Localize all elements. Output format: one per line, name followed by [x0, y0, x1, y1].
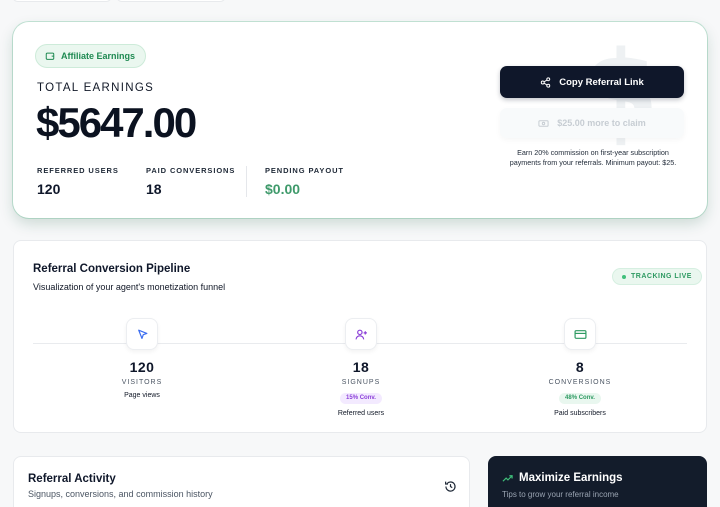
- share-icon: [541, 76, 551, 88]
- referral-activity-card: Referral Activity Signups, conversions, …: [13, 456, 470, 507]
- stage-value: 120: [129, 359, 155, 375]
- funnel-stage-conversions: 8 CONVERSIONS 48% Conv. Paid subscribers: [520, 318, 640, 417]
- stat-value: $0.00: [265, 181, 301, 197]
- live-label: TRACKING LIVE: [631, 273, 692, 280]
- total-earnings-label: TOTAL EARNINGS: [37, 82, 155, 94]
- claim-payout-button[interactable]: $25.00 more to claim: [500, 108, 684, 138]
- trending-up-icon: [502, 474, 513, 482]
- stat-value: 18: [146, 181, 162, 197]
- activity-subtitle: Signups, conversions, and commission his…: [28, 489, 213, 499]
- maximize-title: Maximize Earnings: [519, 472, 623, 484]
- stage-value: 18: [352, 359, 370, 375]
- affiliate-earnings-badge: Affiliate Earnings: [35, 44, 147, 68]
- live-dot-icon: [622, 274, 626, 279]
- stat-paid-conversions: PAID CONVERSIONS 18: [146, 166, 246, 197]
- funnel-stage-signups: 18 SIGNUPS 15% Conv. Referred users: [301, 318, 421, 417]
- badge-label: Affiliate Earnings: [61, 51, 136, 61]
- commission-note: Earn 20% commission on first-year subscr…: [509, 148, 677, 167]
- stage-label: SIGNUPS: [341, 379, 381, 386]
- pipeline-subtitle: Visualization of your agent's monetizati…: [33, 282, 226, 292]
- stage-description: Page views: [124, 392, 160, 399]
- stat-label: REFERRED USERS: [37, 166, 119, 175]
- earnings-stats: REFERRED USERS 120 PAID CONVERSIONS 18 P…: [37, 166, 344, 197]
- stat-label: PENDING PAYOUT: [265, 166, 344, 175]
- cursor-icon: [126, 318, 158, 350]
- maximize-earnings-card: Maximize Earnings Tips to grow your refe…: [488, 456, 707, 507]
- history-icon[interactable]: [444, 480, 457, 493]
- stage-label: CONVERSIONS: [548, 379, 612, 386]
- wallet-icon: [45, 52, 55, 60]
- stage-value: 8: [575, 359, 585, 375]
- stage-description: Paid subscribers: [554, 410, 606, 417]
- stat-value: 120: [37, 181, 61, 197]
- stage-label: VISITORS: [121, 379, 163, 386]
- stat-referred-users: REFERRED USERS 120: [37, 166, 146, 197]
- total-earnings-value: $5647.00: [36, 99, 197, 146]
- tracking-live-badge: TRACKING LIVE: [612, 268, 702, 285]
- banknote-icon: [538, 119, 549, 127]
- top-tab-stub: [12, 0, 112, 2]
- maximize-title-row: Maximize Earnings: [502, 472, 623, 484]
- activity-title: Referral Activity: [28, 473, 116, 485]
- conversion-rate-badge: 15% Conv.: [340, 393, 382, 404]
- stat-label: PAID CONVERSIONS: [146, 166, 236, 175]
- top-tab-stub: [116, 0, 226, 2]
- maximize-subtitle: Tips to grow your referral income: [502, 490, 619, 499]
- funnel-stage-visitors: 120 VISITORS Page views: [82, 318, 202, 399]
- earnings-card: $ Affiliate Earnings TOTAL EARNINGS $564…: [13, 22, 707, 218]
- pipeline-title: Referral Conversion Pipeline: [33, 263, 191, 275]
- conversion-rate-badge: 48% Conv.: [559, 393, 601, 404]
- credit-card-icon: [564, 318, 596, 350]
- stat-pending-payout: PENDING PAYOUT $0.00: [246, 166, 344, 197]
- stage-description: Referred users: [337, 410, 385, 417]
- referral-pipeline-card: Referral Conversion Pipeline Visualizati…: [13, 240, 707, 433]
- claim-button-label: $25.00 more to claim: [557, 118, 646, 128]
- copy-referral-link-button[interactable]: Copy Referral Link: [500, 66, 684, 98]
- user-plus-icon: [345, 318, 377, 350]
- copy-button-label: Copy Referral Link: [559, 76, 644, 88]
